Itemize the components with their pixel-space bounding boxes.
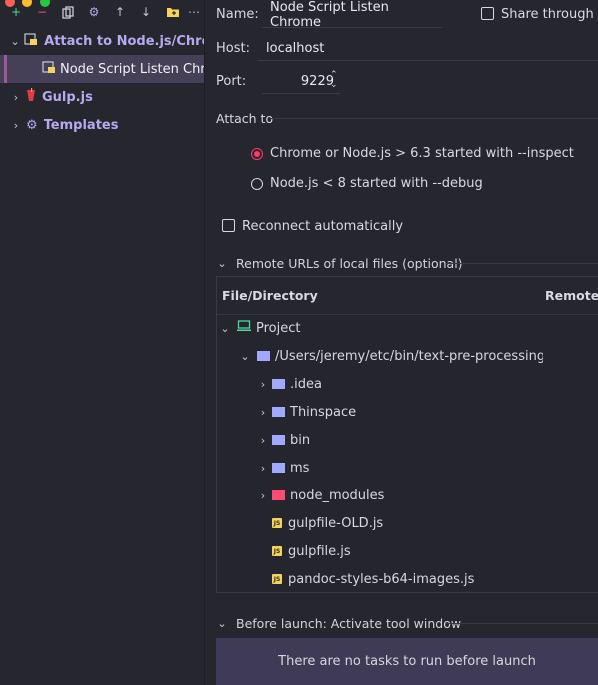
window-minimize-icon[interactable] [22, 0, 32, 7]
host-field-value: localhost [266, 40, 325, 56]
folder-icon [272, 490, 285, 500]
chevron-right-icon[interactable]: › [10, 91, 22, 104]
remote-urls-section-label: Remote URLs of local files (optional) [236, 256, 463, 271]
table-row[interactable]: JS gulpfile.js [272, 540, 351, 562]
column-file-directory[interactable]: File/Directory [222, 288, 318, 303]
tree-item-node-script-listen-chrome[interactable]: Node Script Listen Chrome [0, 55, 204, 83]
row-label: gulpfile-OLD.js [288, 515, 384, 531]
table-row[interactable]: ⌄ Project [219, 317, 300, 339]
row-label: bin [290, 432, 311, 448]
row-label: ms [290, 460, 310, 476]
js-file-icon: JS [272, 546, 282, 556]
folder-icon [272, 407, 285, 417]
table-row[interactable]: JS pandoc-styles-b64-images.js [272, 568, 474, 590]
table-row[interactable]: ⌄ /Users/jeremy/etc/bin/text-pre-process… [239, 345, 543, 367]
chevron-right-icon[interactable]: › [257, 489, 269, 502]
port-field[interactable]: 9229 [262, 69, 340, 94]
table-row[interactable]: JS gulpfile-OLD.js [272, 512, 383, 534]
folder-icon [272, 463, 285, 473]
table-row[interactable]: › bin [257, 429, 310, 451]
project-icon [237, 320, 251, 336]
tree-item-templates[interactable]: › ⚙ Templates [0, 111, 204, 139]
row-label: /Users/jeremy/etc/bin/text-pre-processin… [275, 348, 543, 364]
gulp-icon [26, 88, 36, 106]
chevron-right-icon[interactable]: › [257, 406, 269, 419]
configurations-sidebar: + − ⚙ ↑ ↓ ⋯ ⌄ Attach to Node.js/Chrome N… [0, 0, 205, 685]
section-divider [270, 118, 598, 119]
chevron-down-icon[interactable]: ⌄ [239, 350, 251, 363]
js-file-icon: JS [272, 574, 282, 584]
row-label: Thinspace [290, 404, 357, 420]
name-field-value: Node Script Listen Chrome [270, 0, 389, 30]
name-label: Name: [216, 7, 259, 22]
tree-item-label: Gulp.js [42, 89, 93, 105]
remote-urls-table: File/Directory Remote ⌄ Project ⌄ /Users… [216, 276, 598, 593]
chevron-down-icon: ⌄ [217, 257, 227, 270]
js-file-icon: JS [272, 518, 282, 528]
row-label: pandoc-styles-b64-images.js [288, 571, 475, 587]
row-label: gulpfile.js [288, 543, 351, 559]
before-launch-task-list[interactable]: There are no tasks to run before launch [216, 638, 598, 685]
chevron-right-icon[interactable]: › [257, 462, 269, 475]
folder-icon [272, 435, 285, 445]
chevron-right-icon[interactable]: › [257, 434, 269, 447]
move-down-icon[interactable]: ↓ [139, 5, 153, 19]
host-label: Host: [216, 41, 250, 56]
folder-icon [257, 351, 270, 361]
section-divider [446, 263, 598, 264]
node-js-config-icon [24, 32, 38, 50]
share-label: Share through V [501, 7, 598, 22]
settings-icon[interactable]: ⚙ [87, 5, 101, 19]
section-divider [446, 623, 598, 624]
more-icon[interactable]: ⋯ [187, 5, 201, 19]
tree-item-label: Templates [43, 117, 119, 133]
table-row[interactable]: › Thinspace [257, 401, 356, 423]
add-icon[interactable]: + [9, 5, 23, 19]
chevron-down-icon: ⌄ [217, 617, 227, 630]
share-checkbox[interactable] [481, 7, 494, 20]
chevron-right-icon[interactable]: › [257, 378, 269, 391]
table-row[interactable]: › ms [257, 457, 310, 479]
table-header: File/Directory Remote [217, 277, 598, 315]
port-stepper[interactable]: ⌃ ⌄ [330, 70, 338, 90]
before-launch-section-label: Before launch: Activate tool window [236, 616, 462, 631]
move-up-icon[interactable]: ↑ [113, 5, 127, 19]
tree-item-label: Node Script Listen Chrome [60, 61, 204, 77]
gear-icon: ⚙ [26, 117, 38, 133]
table-row[interactable]: › .idea [257, 373, 322, 395]
radio-debug[interactable] [251, 178, 263, 190]
folder-icon [272, 379, 285, 389]
remove-icon[interactable]: − [35, 5, 49, 19]
tree-item-label: Attach to Node.js/Chrome [44, 33, 204, 49]
chevron-down-icon[interactable]: ⌄ [10, 35, 20, 48]
radio-inspect[interactable] [251, 148, 263, 160]
copy-icon[interactable] [61, 5, 75, 19]
row-label: Project [256, 320, 301, 336]
name-field[interactable]: Node Script Listen Chrome [262, 0, 442, 30]
node-js-config-icon [42, 60, 56, 78]
attach-to-label: Attach to [216, 111, 274, 126]
radio-debug-label[interactable]: Node.js < 8 started with --debug [270, 176, 483, 191]
row-label: .idea [290, 376, 322, 392]
chevron-right-icon[interactable]: › [10, 119, 22, 132]
host-field[interactable]: localhost [258, 36, 598, 61]
tree-item-attach-to-node-chrome[interactable]: ⌄ Attach to Node.js/Chrome [0, 27, 204, 55]
new-folder-icon[interactable] [166, 5, 180, 19]
radio-inspect-label[interactable]: Chrome or Node.js > 6.3 started with --i… [270, 146, 574, 161]
table-row[interactable]: › node_modules [257, 484, 385, 506]
chevron-down-icon[interactable]: ⌄ [219, 322, 231, 335]
reconnect-checkbox[interactable] [222, 219, 235, 232]
empty-task-list-message: There are no tasks to run before launch [278, 654, 536, 669]
port-label: Port: [216, 74, 247, 89]
tree-item-gulp-js[interactable]: › Gulp.js [0, 83, 204, 111]
before-launch-section-toggle[interactable]: ⌄ Before launch: Activate tool window [216, 616, 461, 631]
row-label: node_modules [290, 487, 385, 503]
column-remote[interactable]: Remote [545, 288, 598, 303]
remote-urls-section-toggle[interactable]: ⌄ Remote URLs of local files (optional) [216, 256, 463, 271]
reconnect-label[interactable]: Reconnect automatically [242, 219, 403, 234]
